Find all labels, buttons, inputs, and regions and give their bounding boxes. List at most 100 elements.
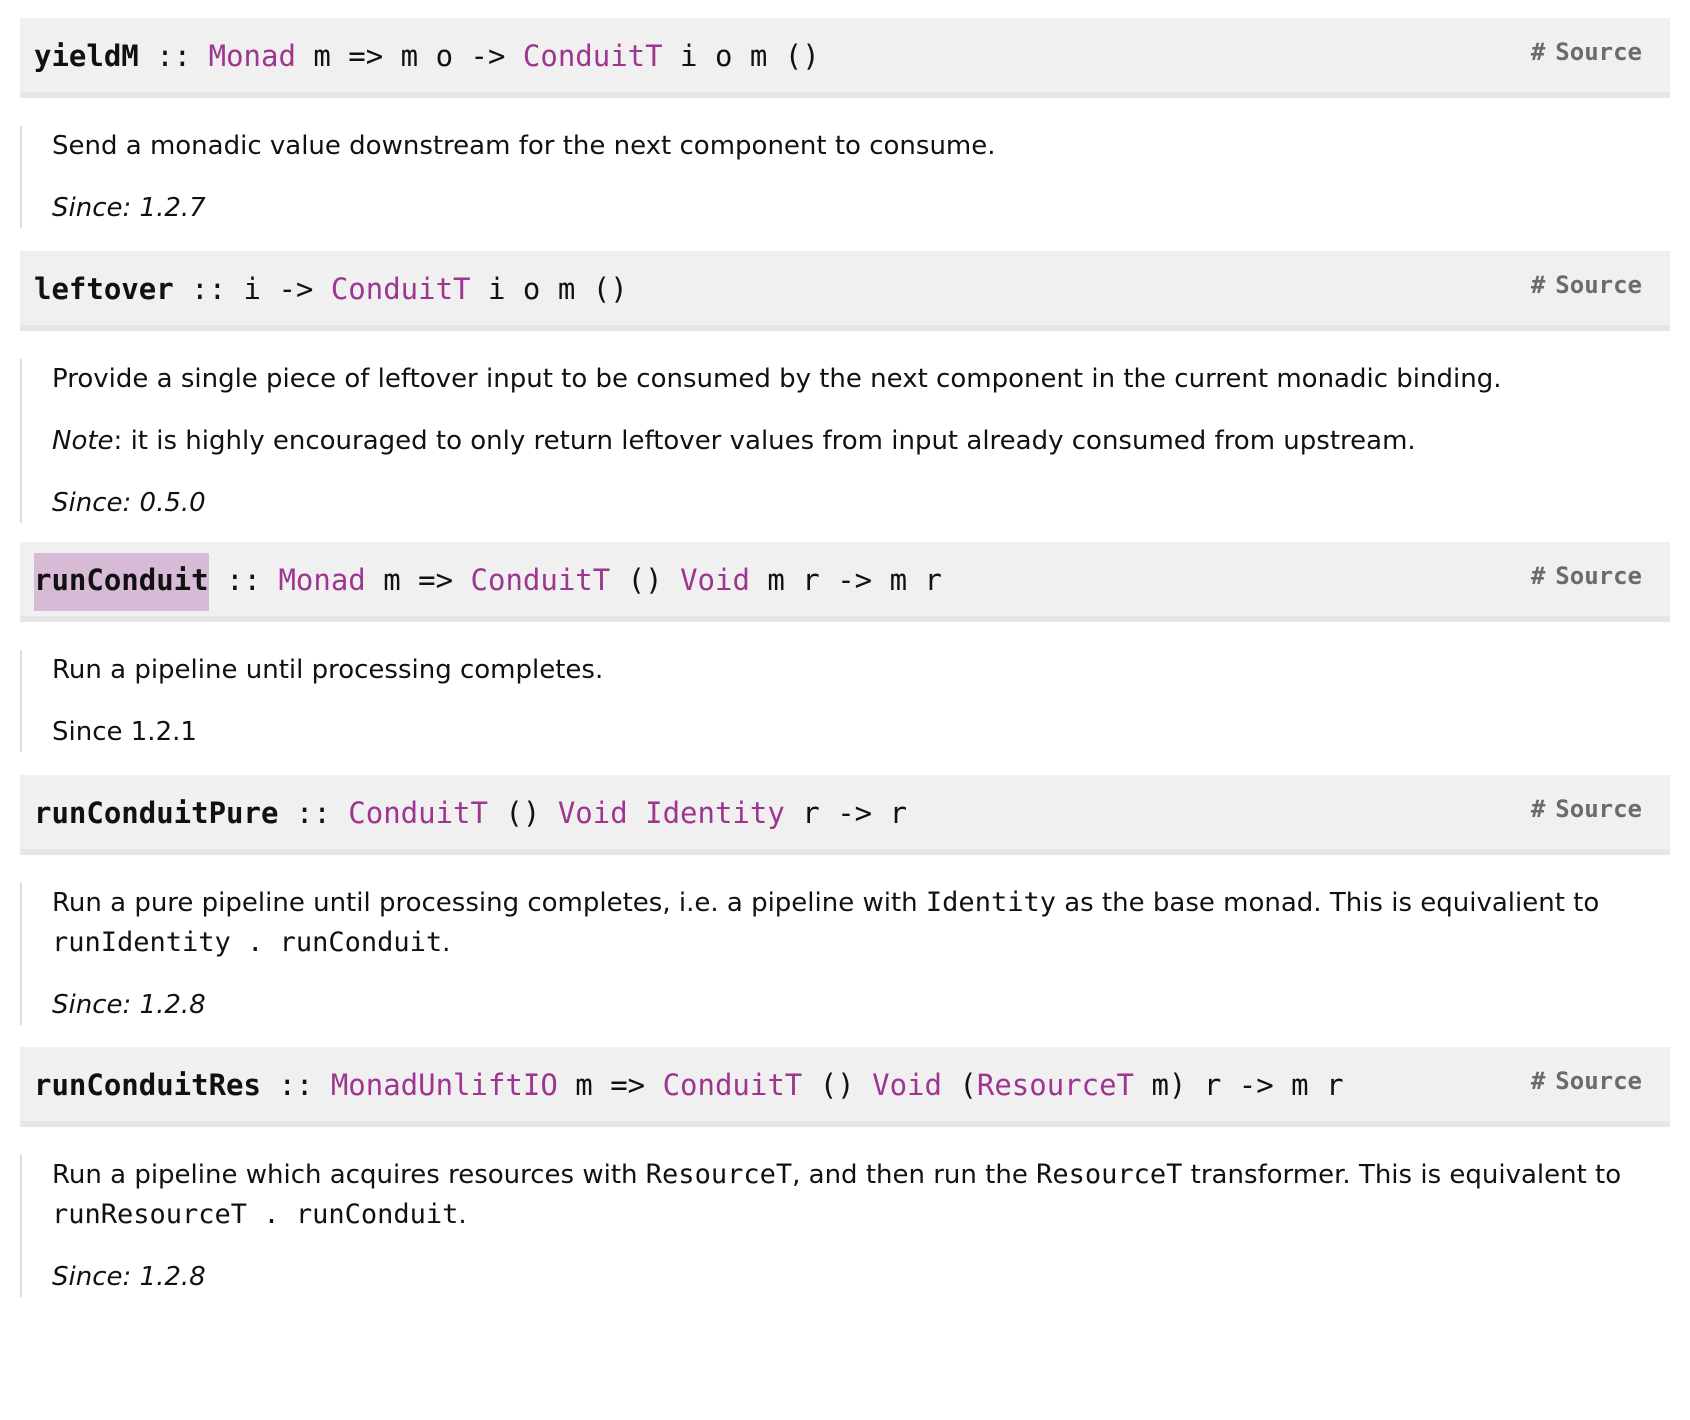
doc-paragraph: Since: 1.2.8 — [52, 985, 1670, 1025]
source-label: Source — [1555, 38, 1642, 66]
decl-runConduitRes: runConduitRes :: MonadUnliftIO m => Cond… — [20, 1047, 1670, 1297]
doc-body: Run a pure pipeline until processing com… — [20, 883, 1670, 1025]
doc-text: Run a pipeline which acquires resources … — [52, 1160, 646, 1190]
type-text: m => — [557, 1068, 663, 1102]
function-name-link-highlighted[interactable]: runConduit — [34, 553, 209, 611]
type-text: m) r -> m r — [1134, 1068, 1344, 1102]
decl-yieldM: yieldM :: Monad m => m o -> ConduitT i o… — [20, 18, 1670, 228]
type-sep: :: — [260, 1068, 331, 1102]
signature-header: leftover :: i -> ConduitT i o m () # Sour… — [20, 251, 1670, 331]
doc-paragraph: Note: it is highly encouraged to only re… — [52, 421, 1670, 461]
doc-text: , and then run the — [792, 1160, 1037, 1190]
doc-text: Provide a single piece of leftover input… — [52, 364, 1502, 394]
type-link[interactable]: ConduitT — [348, 796, 488, 830]
inline-code: ResourceT — [1036, 1159, 1183, 1190]
type-link[interactable]: Identity — [645, 796, 785, 830]
type-link[interactable]: MonadUnliftIO — [331, 1068, 558, 1102]
source-link[interactable]: # Source — [1531, 562, 1642, 590]
type-text: i o m () — [662, 39, 820, 73]
source-label: Source — [1555, 795, 1642, 823]
type-link[interactable]: ConduitT — [471, 563, 611, 597]
type-sep: :: — [208, 563, 279, 597]
doc-body: Send a monadic value downstream for the … — [20, 126, 1670, 228]
inline-code: runResourceT . runConduit — [52, 1199, 459, 1230]
type-text: i o m () — [470, 272, 628, 306]
doc-body: Run a pipeline until processing complete… — [20, 650, 1670, 752]
type-text: () — [487, 796, 558, 830]
doc-paragraph: Run a pipeline which acquires resources … — [52, 1155, 1670, 1235]
anchor-hash-icon[interactable]: # — [1531, 1067, 1545, 1095]
inline-code: Identity — [925, 887, 1056, 918]
anchor-hash-icon[interactable]: # — [1531, 795, 1545, 823]
emphasis-text: Since: 1.2.8 — [52, 1262, 206, 1292]
signature-header: runConduitPure :: ConduitT () Void Ident… — [20, 775, 1670, 855]
function-name-link[interactable]: runConduitRes — [34, 1068, 261, 1102]
doc-paragraph: Since: 1.2.7 — [52, 188, 1670, 228]
source-link[interactable]: # Source — [1531, 1067, 1642, 1095]
doc-text: transformer. This is equivalent to — [1182, 1160, 1622, 1190]
type-text: m => — [365, 563, 471, 597]
type-link[interactable]: ConduitT — [663, 1068, 803, 1102]
doc-body: Run a pipeline which acquires resources … — [20, 1155, 1670, 1297]
type-link[interactable]: Monad — [209, 39, 296, 73]
signature-header: runConduit :: Monad m => ConduitT () Voi… — [20, 542, 1670, 622]
type-link[interactable]: Void — [872, 1068, 942, 1102]
signature-header: yieldM :: Monad m => m o -> ConduitT i o… — [20, 18, 1670, 98]
decl-runConduit: runConduit :: Monad m => ConduitT () Voi… — [20, 542, 1670, 752]
type-link[interactable]: ResourceT — [977, 1068, 1134, 1102]
signature: runConduit :: Monad m => ConduitT () Voi… — [34, 553, 942, 611]
doc-paragraph: Send a monadic value downstream for the … — [52, 126, 1670, 166]
doc-text: . — [442, 928, 451, 958]
doc-paragraph: Provide a single piece of leftover input… — [52, 359, 1670, 399]
doc-text: Since 1.2.1 — [52, 717, 197, 747]
function-name-link[interactable]: runConduitPure — [34, 796, 278, 830]
source-label: Source — [1555, 1067, 1642, 1095]
signature: runConduitRes :: MonadUnliftIO m => Cond… — [34, 1065, 1344, 1105]
signature: runConduitPure :: ConduitT () Void Ident… — [34, 793, 907, 833]
decl-runConduitPure: runConduitPure :: ConduitT () Void Ident… — [20, 775, 1670, 1025]
source-link[interactable]: # Source — [1531, 38, 1642, 66]
decl-leftover: leftover :: i -> ConduitT i o m () # Sour… — [20, 251, 1670, 523]
emphasis-text: Note — [52, 426, 114, 456]
type-link[interactable]: Void — [558, 796, 628, 830]
type-link[interactable]: Void — [680, 563, 750, 597]
type-sep: :: — [173, 272, 244, 306]
doc-body: Provide a single piece of leftover input… — [20, 359, 1670, 523]
anchor-hash-icon[interactable]: # — [1531, 271, 1545, 299]
signature: yieldM :: Monad m => m o -> ConduitT i o… — [34, 36, 820, 76]
doc-text: as the base monad. This is equivalient t… — [1055, 888, 1600, 918]
inline-code: ResourceT — [645, 1159, 793, 1190]
doc-text: Send a monadic value downstream for the … — [52, 131, 996, 161]
doc-page: yieldM :: Monad m => m o -> ConduitT i o… — [0, 0, 1690, 1420]
doc-text: Run a pure pipeline until processing com… — [52, 888, 926, 918]
type-text: m => m o -> — [295, 39, 523, 73]
type-text: i -> — [243, 272, 331, 306]
source-link[interactable]: # Source — [1531, 271, 1642, 299]
source-link[interactable]: # Source — [1531, 795, 1642, 823]
type-text: () — [802, 1068, 873, 1102]
doc-paragraph: Since: 0.5.0 — [52, 483, 1670, 523]
type-link[interactable]: ConduitT — [331, 272, 471, 306]
type-text: r -> r — [784, 796, 908, 830]
type-text: () — [610, 563, 681, 597]
function-name-link[interactable]: leftover — [34, 272, 174, 306]
anchor-hash-icon[interactable]: # — [1531, 562, 1545, 590]
type-link[interactable]: ConduitT — [523, 39, 663, 73]
signature-header: runConduitRes :: MonadUnliftIO m => Cond… — [20, 1047, 1670, 1127]
doc-paragraph: Run a pure pipeline until processing com… — [52, 883, 1670, 963]
emphasis-text: Since: 1.2.7 — [52, 193, 206, 223]
doc-paragraph: Since: 1.2.8 — [52, 1257, 1670, 1297]
inline-code: runIdentity . runConduit — [52, 927, 443, 958]
source-label: Source — [1555, 562, 1642, 590]
anchor-hash-icon[interactable]: # — [1531, 38, 1545, 66]
type-text: m r -> m r — [749, 563, 942, 597]
type-link[interactable]: Monad — [278, 563, 365, 597]
signature: leftover :: i -> ConduitT i o m () — [34, 269, 628, 309]
doc-text: . — [458, 1200, 467, 1230]
doc-paragraph: Run a pipeline until processing complete… — [52, 650, 1670, 690]
function-name-link[interactable]: yieldM — [34, 39, 139, 73]
emphasis-text: Since: 1.2.8 — [52, 990, 206, 1020]
doc-paragraph: Since 1.2.1 — [52, 712, 1670, 752]
type-sep: :: — [138, 39, 209, 73]
type-text — [628, 796, 645, 830]
